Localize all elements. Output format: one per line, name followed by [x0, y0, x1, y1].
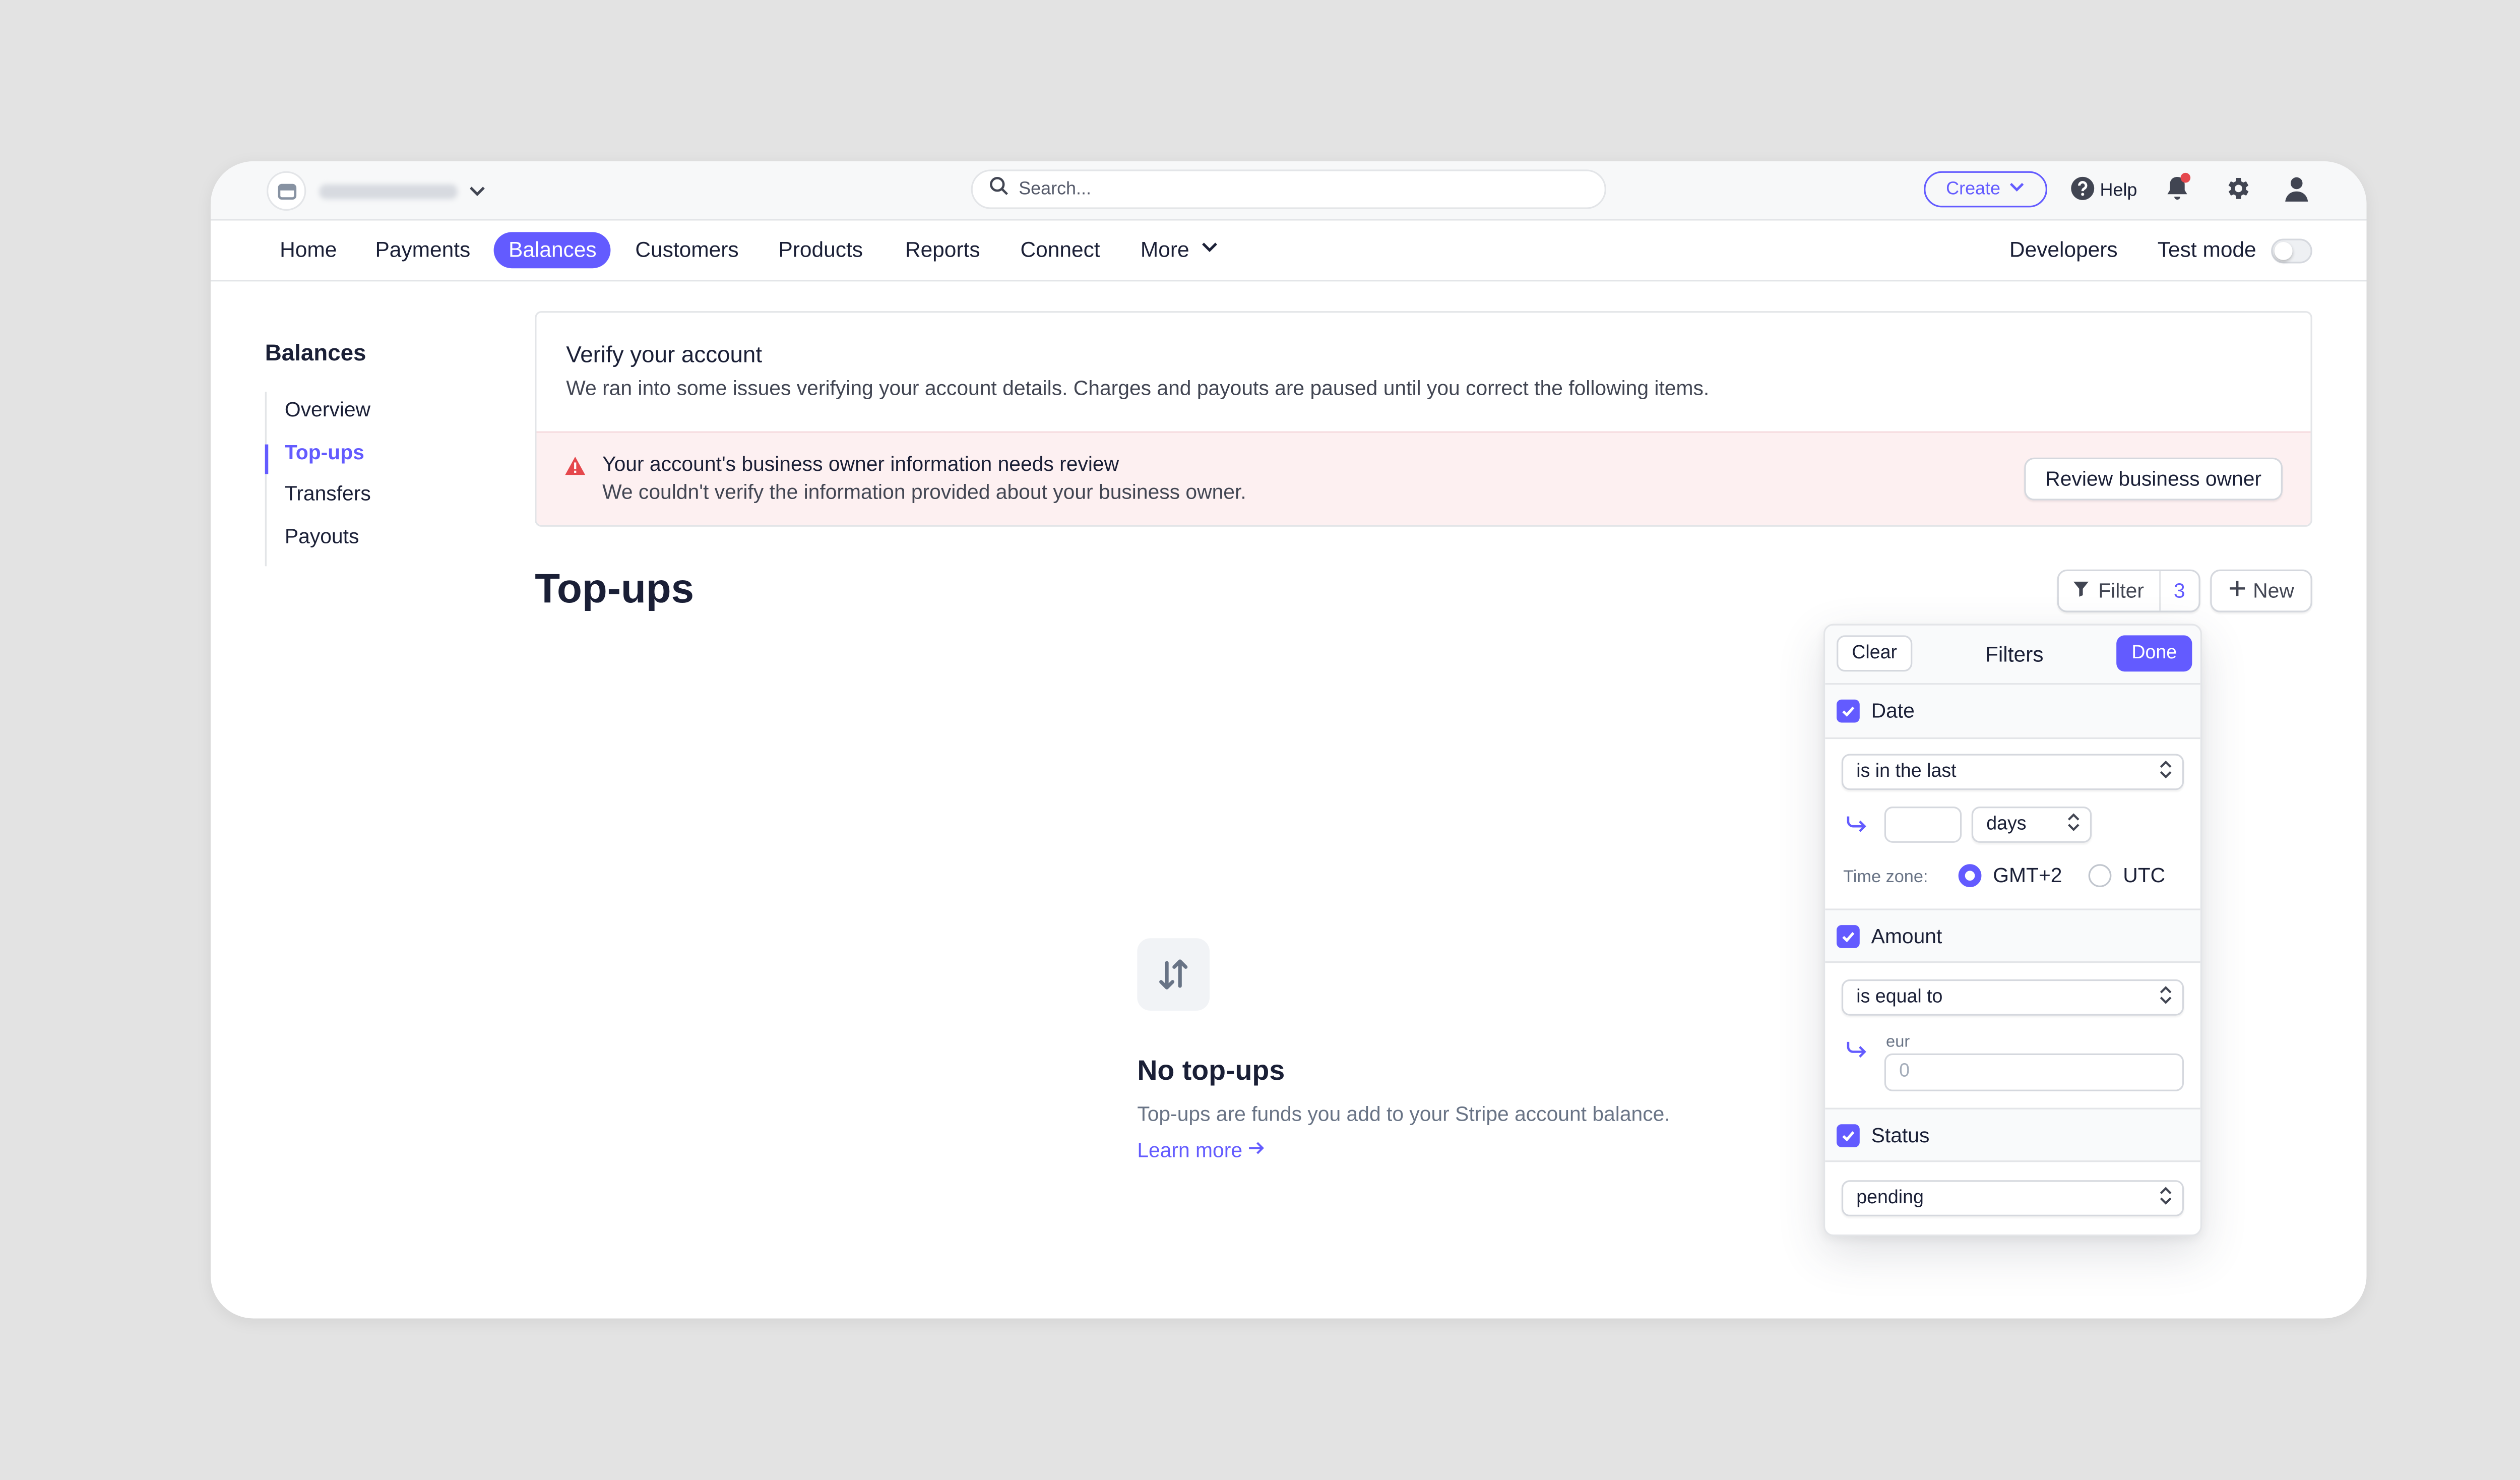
- amount-input[interactable]: 0: [1884, 1053, 2184, 1091]
- chevron-down-icon: [467, 181, 487, 201]
- dashboard-window: Search... Create Help Home Payments Bala…: [210, 161, 2367, 1319]
- learn-more-label: Learn more: [1137, 1139, 1243, 1162]
- help-icon: [2070, 176, 2095, 206]
- plus-icon: [2228, 579, 2246, 602]
- nav-payments[interactable]: Payments: [375, 237, 470, 262]
- date-operator-select[interactable]: is in the last: [1841, 754, 2184, 790]
- sidebar-list: Overview Top-ups Transfers Payouts: [265, 392, 463, 567]
- nav-customers[interactable]: Customers: [635, 237, 738, 262]
- nav-more-label: More: [1140, 237, 1189, 262]
- top-bar: Search... Create Help: [210, 161, 2367, 221]
- filter-count: 3: [2173, 579, 2185, 603]
- done-button[interactable]: Done: [2116, 635, 2192, 672]
- arrow-right-icon: [1247, 1139, 1266, 1162]
- search-input[interactable]: Search...: [971, 169, 1606, 209]
- test-mode-label: Test mode: [2157, 237, 2256, 262]
- toggle-knob: [2274, 241, 2293, 260]
- sidebar-item-transfers[interactable]: Transfers: [285, 482, 371, 506]
- store-icon: [266, 171, 306, 211]
- new-label: New: [2253, 579, 2294, 603]
- nav-more[interactable]: More: [1141, 237, 1219, 262]
- sidebar-item-overview[interactable]: Overview: [285, 398, 370, 421]
- verify-title: Verify your account: [566, 340, 763, 367]
- main-nav: Home Payments Balances Customers Product…: [210, 221, 2367, 282]
- transfer-arrows-icon: [1137, 938, 1210, 1011]
- nav-home[interactable]: Home: [280, 237, 337, 262]
- business-owner-alert: Your account's business owner informatio…: [536, 431, 2311, 525]
- alert-description: We couldn't verify the information provi…: [602, 480, 1246, 504]
- user-icon[interactable]: [2283, 174, 2311, 211]
- select-arrows-icon: [2067, 813, 2080, 836]
- verify-account-card: Verify your account We ran into some iss…: [535, 311, 2312, 527]
- date-operator-value: is in the last: [1856, 762, 1957, 782]
- select-arrows-icon: [2159, 1187, 2172, 1210]
- date-filter-row[interactable]: Date: [1825, 685, 2200, 739]
- chevron-down-icon: [1199, 237, 1219, 262]
- sidebar-item-payouts[interactable]: Payouts: [285, 525, 359, 548]
- search-icon: [989, 174, 1009, 204]
- filters-popover: Filters Clear Done Date is in the last d…: [1823, 624, 2202, 1237]
- sidebar-title: Balances: [265, 339, 366, 365]
- sidebar-item-top-ups[interactable]: Top-ups: [285, 441, 364, 464]
- currency-label: eur: [1886, 1033, 1910, 1052]
- learn-more-link[interactable]: Learn more: [1137, 1139, 1265, 1162]
- alert-title: Your account's business owner informatio…: [602, 452, 1119, 476]
- timezone-utc-label: UTC: [2123, 864, 2166, 887]
- status-filter-row[interactable]: Status: [1825, 1107, 2200, 1162]
- timezone-gmt2-label: GMT+2: [1993, 864, 2062, 887]
- return-arrow-icon: [1845, 1038, 1868, 1068]
- timezone-utc-radio[interactable]: [2088, 864, 2112, 887]
- timezone-label: Time zone:: [1843, 867, 1928, 887]
- create-button[interactable]: Create: [1924, 171, 2048, 208]
- sidebar-active-indicator: [265, 444, 269, 474]
- return-arrow-icon: [1845, 813, 1868, 843]
- search-placeholder: Search...: [1019, 179, 1091, 200]
- clear-button[interactable]: Clear: [1837, 635, 1913, 672]
- account-switcher[interactable]: [266, 171, 487, 211]
- amount-checkbox[interactable]: [1837, 924, 1860, 948]
- date-amount-input[interactable]: [1884, 806, 1962, 843]
- empty-state-title: No top-ups: [1137, 1055, 1285, 1087]
- account-name: [319, 183, 458, 199]
- review-business-owner-button[interactable]: Review business owner: [2024, 457, 2283, 501]
- nav-reports[interactable]: Reports: [905, 237, 980, 262]
- filter-label: Filter: [2098, 579, 2144, 603]
- status-select[interactable]: pending: [1841, 1180, 2184, 1217]
- select-arrows-icon: [2159, 760, 2172, 784]
- amount-label: Amount: [1871, 924, 1942, 948]
- help-label: Help: [2100, 181, 2137, 201]
- chevron-down-icon: [2007, 178, 2025, 201]
- date-checkbox[interactable]: [1837, 699, 1860, 723]
- filter-button[interactable]: Filter 3: [2057, 569, 2200, 612]
- notification-dot: [2180, 172, 2191, 183]
- nav-connect[interactable]: Connect: [1020, 237, 1100, 262]
- filters-header: Filters Clear Done: [1825, 625, 2200, 685]
- warning-icon: [564, 454, 586, 484]
- date-label: Date: [1871, 699, 1915, 723]
- new-button[interactable]: New: [2210, 569, 2312, 612]
- nav-products[interactable]: Products: [778, 237, 863, 262]
- amount-operator-select[interactable]: is equal to: [1841, 979, 2184, 1016]
- test-mode-toggle[interactable]: [2271, 238, 2312, 264]
- nav-developers[interactable]: Developers: [2009, 237, 2118, 262]
- timezone-gmt2-radio[interactable]: [1958, 864, 1982, 887]
- amount-operator-value: is equal to: [1856, 988, 1943, 1008]
- empty-state-description: Top-ups are funds you add to your Stripe…: [1137, 1102, 1670, 1126]
- date-unit-select[interactable]: days: [1971, 806, 2092, 843]
- date-unit-value: days: [1986, 815, 2027, 835]
- page-title: Top-ups: [535, 566, 695, 612]
- gear-icon[interactable]: [2223, 174, 2251, 211]
- help-button[interactable]: Help: [2070, 176, 2137, 206]
- select-arrows-icon: [2159, 986, 2172, 1009]
- status-label: Status: [1871, 1123, 1930, 1147]
- status-value: pending: [1856, 1188, 1924, 1208]
- create-label: Create: [1946, 179, 2001, 200]
- status-checkbox[interactable]: [1837, 1123, 1860, 1147]
- verify-description: We ran into some issues verifying your a…: [566, 377, 1710, 400]
- filter-icon: [2072, 579, 2090, 602]
- amount-filter-row[interactable]: Amount: [1825, 908, 2200, 963]
- nav-balances[interactable]: Balances: [493, 232, 612, 269]
